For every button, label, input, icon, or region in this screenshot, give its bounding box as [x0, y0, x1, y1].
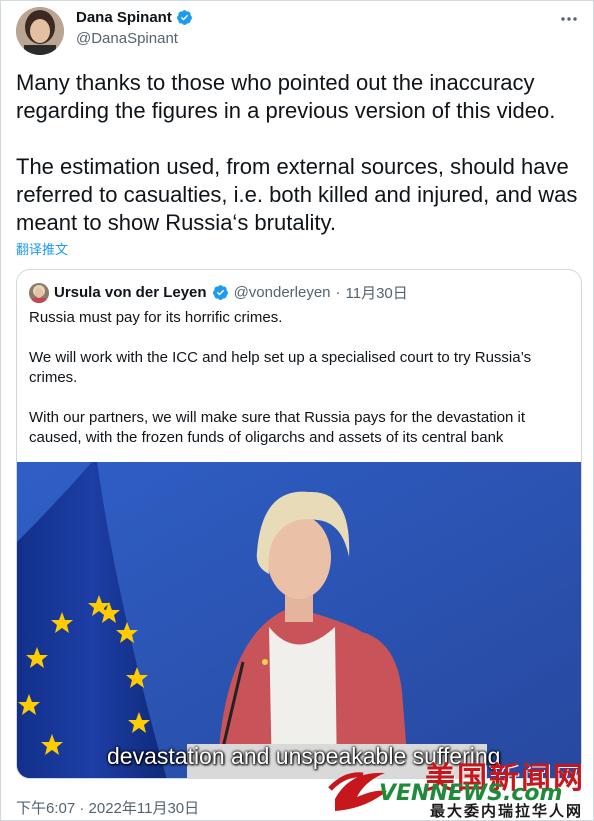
verified-badge-icon [212, 285, 228, 300]
verified-badge-icon [176, 10, 192, 25]
tweet-text: Many thanks to those who pointed out the… [16, 69, 586, 237]
quoted-paragraph: Russia must pay for its horrific crimes. [29, 309, 283, 326]
quoted-author-handle[interactable]: @vonderleyen [234, 284, 331, 301]
quoted-author-name[interactable]: Ursula von der Leyen [54, 284, 207, 301]
quoted-tweet-text: Russia must pay for its horrific crimes.… [29, 308, 569, 448]
author-avatar[interactable] [16, 7, 64, 55]
video-frame [17, 462, 581, 778]
tweet-timestamp[interactable]: 下午6:07 · 2022年11月30日 [16, 797, 199, 818]
tweet-paragraph: Many thanks to those who pointed out the… [16, 70, 556, 123]
quoted-tweet[interactable]: Ursula von der Leyen @vonderleyen · 11月3… [16, 269, 582, 779]
site-watermark: 美国新闻网 VENNEWS.com 最大委内瑞拉华人网 [325, 753, 587, 820]
quoted-paragraph: We will work with the ICC and help set u… [29, 349, 532, 386]
quoted-paragraph: With our partners, we will make sure tha… [29, 409, 526, 446]
watermark-slogan: 最大委内瑞拉华人网 [429, 803, 583, 820]
translate-tweet-link[interactable]: 翻译推文 [16, 239, 68, 258]
author-handle[interactable]: @DanaSpinant [76, 30, 178, 47]
quoted-author-avatar[interactable] [29, 282, 49, 303]
video-player[interactable]: devastation and unspeakable suffering [17, 462, 581, 778]
author-name[interactable]: Dana Spinant [76, 9, 193, 26]
quoted-tweet-date[interactable]: 11月30日 [346, 282, 408, 303]
meta-separator: · [335, 284, 341, 301]
more-dots-icon[interactable] [559, 9, 579, 32]
tweet-paragraph: The estimation used, from external sourc… [16, 154, 578, 235]
quoted-tweet-header: Ursula von der Leyen @vonderleyen · 11月3… [29, 282, 408, 303]
